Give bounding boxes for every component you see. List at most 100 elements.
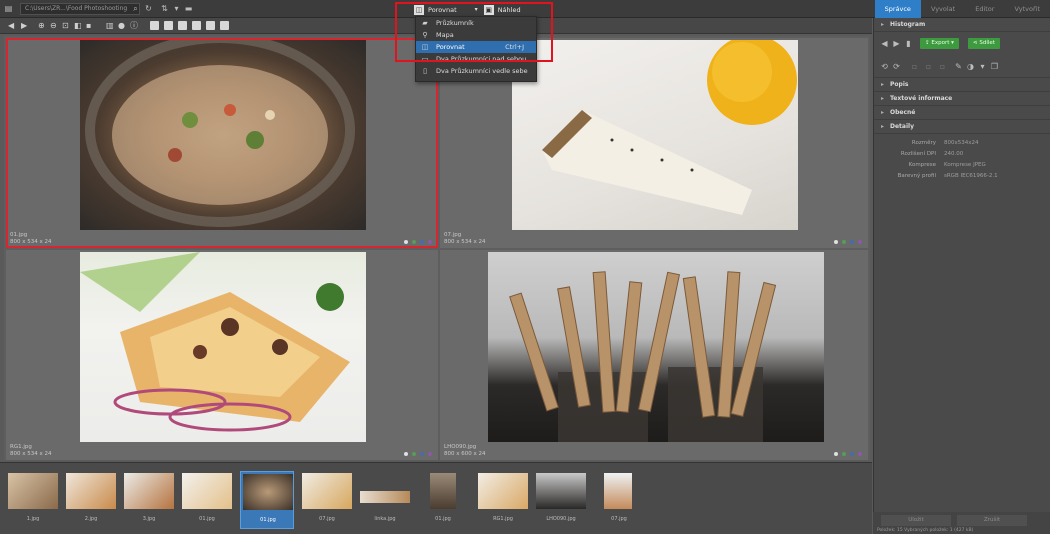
compare-pane-3[interactable]: RG1.jpg 800 x 534 x 24 [6, 250, 438, 460]
wrench-icon[interactable]: ✎ [954, 62, 963, 71]
tab-spravce[interactable]: Správce [874, 0, 921, 18]
pane-2-color-labels [834, 240, 862, 244]
cancel-button[interactable]: Zrušit [957, 515, 1027, 526]
histogram-section[interactable]: Histogram [874, 18, 1050, 32]
sort-icon[interactable]: ⇅ [160, 4, 169, 13]
thumbnail[interactable]: 3.jpg [122, 471, 176, 529]
label-dot[interactable] [858, 240, 862, 244]
lock-icon[interactable]: ▪ [86, 21, 95, 30]
label-dot[interactable] [412, 452, 416, 456]
compare-pane-1[interactable]: 01.jpg 800 x 534 x 24 [6, 38, 438, 248]
thumbnail[interactable]: 1.jpg [6, 471, 60, 529]
section-textove-informace[interactable]: Textové informace [874, 92, 1050, 106]
thumbnail[interactable]: RG1.jpg [476, 471, 530, 529]
layout-four-icon[interactable] [192, 21, 201, 30]
pane-1-filename: 01.jpg [10, 232, 28, 238]
thumbnail[interactable]: LHO090.jpg [534, 471, 588, 529]
tab-vyvolat[interactable]: Vyvolat [921, 0, 965, 18]
property-key: Komprese [908, 162, 936, 168]
tab-vytvorit[interactable]: Vytvořit [1004, 0, 1050, 18]
delete-icon[interactable]: ▮ [904, 39, 913, 48]
forward-icon[interactable]: ▶ [892, 39, 901, 48]
label-dot[interactable] [842, 240, 846, 244]
layout-two-icon[interactable] [164, 21, 173, 30]
forward-icon[interactable]: ▶ [21, 21, 30, 30]
label-dot[interactable] [420, 452, 424, 456]
property-key: Rozměry [911, 140, 936, 146]
label-dot[interactable] [404, 240, 408, 244]
thumbnail-image [243, 474, 293, 510]
thumbnail-current[interactable]: 01.jpg [240, 471, 294, 529]
compare-viewer: 01.jpg 800 x 534 x 24 07.jpg 800 x 534 x… [4, 36, 870, 460]
thumbnail[interactable]: 01.jpg [180, 471, 234, 529]
photo-salad [80, 40, 366, 230]
compare-pane-4[interactable]: LHO090.jpg 800 x 600 x 24 [440, 250, 868, 460]
folder-icon[interactable]: ▬ [184, 4, 193, 13]
label-dot[interactable] [834, 452, 838, 456]
thumbnail[interactable]: 07.jpg [300, 471, 354, 529]
tool-icon[interactable]: ▫ [938, 62, 947, 71]
pane-3-dimensions: 800 x 534 x 24 [10, 451, 52, 457]
section-popis[interactable]: Popis [874, 78, 1050, 92]
thumbnail[interactable]: linka.jpg [358, 471, 412, 529]
label-dot[interactable] [850, 452, 854, 456]
back-icon[interactable]: ◀ [880, 39, 889, 48]
label-dot[interactable] [404, 452, 408, 456]
section-obecne[interactable]: Obecné [874, 106, 1050, 120]
thumbnail-label: 07.jpg [319, 516, 335, 522]
layout-grid-icon[interactable] [206, 21, 215, 30]
layout-three-icon[interactable] [178, 21, 187, 30]
property-row: Rozlišení DPI 240.00 [874, 149, 1050, 160]
tool-icon[interactable]: ▫ [910, 62, 919, 71]
color-icon[interactable]: ● [118, 21, 127, 30]
zoom-out-icon[interactable]: ⊖ [50, 21, 59, 30]
label-dot[interactable] [428, 452, 432, 456]
back-icon[interactable]: ◀ [8, 21, 17, 30]
refresh-icon[interactable]: ↻ [144, 4, 153, 13]
thumbnail[interactable]: 07.jpg [592, 471, 646, 529]
label-dot[interactable] [420, 240, 424, 244]
sort-caret-icon[interactable]: ▾ [172, 4, 181, 13]
rotate-right-icon[interactable]: ⟳ [892, 62, 901, 71]
search-icon[interactable]: ⌕ [131, 4, 140, 13]
thumbnail-label: linka.jpg [374, 516, 396, 522]
thumbnail-label: 1.jpg [26, 516, 40, 522]
property-value: Komprese JPEG [944, 162, 986, 168]
actual-size-icon[interactable]: ◧ [74, 21, 83, 30]
thumbnail[interactable]: 01.jpg [416, 471, 470, 529]
details-properties: Rozměry 800x534x24 Rozlišení DPI 240.00 Ko… [874, 134, 1050, 182]
zoom-in-icon[interactable]: ⊕ [38, 21, 47, 30]
section-detaily[interactable]: Detaily [874, 120, 1050, 134]
save-button[interactable]: Uložit [881, 515, 951, 526]
histogram-icon[interactable]: ▥ [106, 21, 115, 30]
app-menu-icon[interactable]: ▤ [4, 4, 13, 13]
export-button[interactable]: ⇪ Export ▾ [920, 38, 959, 49]
label-dot[interactable] [858, 452, 862, 456]
split-vertical-icon: ▯ [423, 67, 427, 75]
property-value: sRGB IEC61966-2.1 [944, 173, 998, 179]
label-dot[interactable] [428, 240, 432, 244]
label-dot[interactable] [412, 240, 416, 244]
copy-icon[interactable]: ❐ [990, 62, 999, 71]
panel-bottom: Uložit Zrušit Položek: 15 Vybraných polo… [873, 512, 1050, 534]
label-dot[interactable] [842, 452, 846, 456]
tool-icon[interactable]: ▫ [924, 62, 933, 71]
fit-icon[interactable]: ⊡ [62, 21, 71, 30]
menu-caret-icon[interactable]: ▾ [978, 62, 987, 71]
label-dot[interactable] [834, 240, 838, 244]
layout-single-icon[interactable] [150, 21, 159, 30]
menu-item-label: Dva Průzkumníci vedle sebe [436, 67, 528, 75]
thumbnail[interactable]: 2.jpg [64, 471, 118, 529]
rotate-icon[interactable]: ⟲ [880, 62, 889, 71]
filter-icon[interactable]: ◑ [966, 62, 975, 71]
share-button[interactable]: ⋖ Sdílet [968, 38, 1000, 49]
path-field[interactable]: C:\Users\ZR...\Food Photoshooting [20, 3, 140, 15]
status-text: Položek: 15 Vybraných položek: 1 (427 kB… [877, 528, 974, 533]
layout-custom-icon[interactable] [220, 21, 229, 30]
label-dot[interactable] [850, 240, 854, 244]
info-icon[interactable]: ⓘ [130, 21, 139, 30]
share-label: Sdílet [979, 40, 995, 46]
property-value: 240.00 [944, 151, 964, 157]
menu-item-dva-pruzkumnici-vedle-sebe[interactable]: ▯ Dva Průzkumníci vedle sebe [416, 65, 536, 77]
tab-editor[interactable]: Editor [965, 0, 1004, 18]
